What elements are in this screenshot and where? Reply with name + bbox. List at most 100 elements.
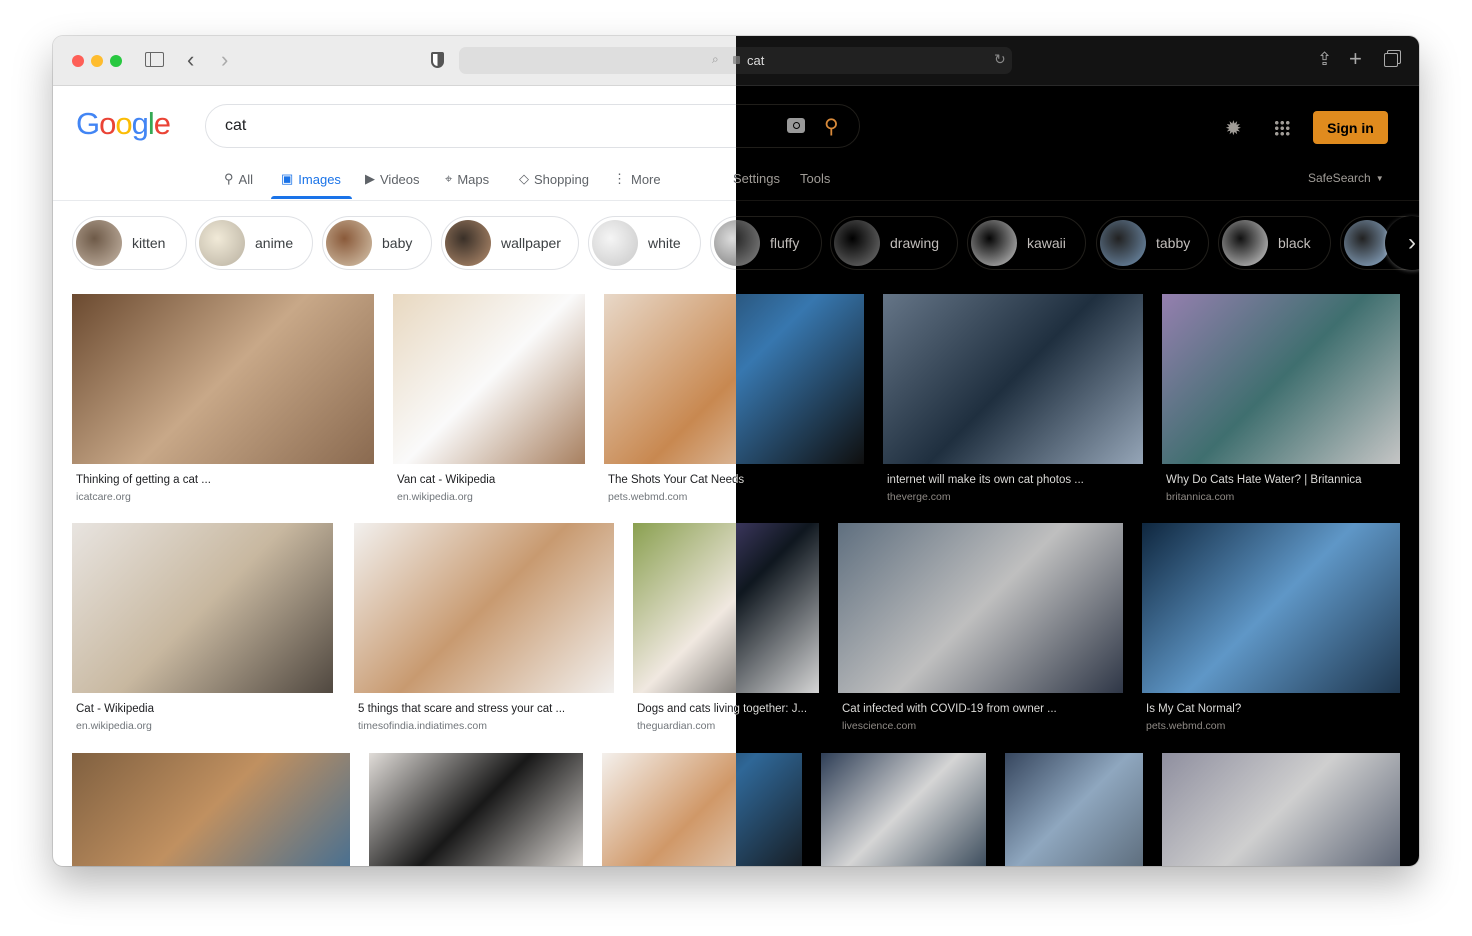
address-bar[interactable]: ⌕ cat ↻ [459, 47, 1012, 74]
result-thumbnail[interactable] [838, 523, 1123, 693]
chip-wallpaper[interactable]: wallpaper [441, 216, 579, 270]
back-icon[interactable]: ‹ [187, 49, 194, 71]
image-result[interactable] [821, 753, 986, 866]
google-logo[interactable]: Google [76, 106, 171, 142]
close-window-button[interactable] [72, 55, 84, 67]
chip-fluffy[interactable]: fluffy [710, 216, 822, 270]
result-thumbnail[interactable] [1142, 523, 1400, 693]
tab-all[interactable]: ⚲ All [224, 171, 253, 187]
tab-shopping[interactable]: ◇ Shopping [519, 171, 589, 187]
result-title[interactable]: Cat infected with COVID-19 from owner ..… [842, 703, 1057, 715]
image-result[interactable]: 5 things that scare and stress your cat … [354, 523, 614, 743]
image-result[interactable]: Van cat - Wikipedia en.wikipedia.org [393, 294, 585, 514]
chip-thumbnail [1222, 220, 1268, 266]
chip-label: kitten [132, 235, 166, 251]
image-result[interactable]: Thinking of getting a cat ... icatcare.or… [72, 294, 374, 514]
image-result[interactable] [1005, 753, 1143, 866]
zoom-window-button[interactable] [110, 55, 122, 67]
tab-maps[interactable]: ⌖ Maps [445, 171, 489, 187]
search-icon[interactable]: ⚲ [824, 114, 839, 139]
image-result[interactable] [1162, 753, 1400, 866]
reload-icon[interactable]: ↻ [994, 52, 1006, 66]
chip-tabby[interactable]: tabby [1096, 216, 1209, 270]
result-thumbnail[interactable] [393, 294, 585, 464]
result-source[interactable]: en.wikipedia.org [76, 720, 152, 732]
tab-label: Videos [380, 171, 420, 187]
result-source[interactable]: icatcare.org [76, 491, 131, 503]
tab-more[interactable]: ⋮ More [613, 171, 661, 187]
chip-white[interactable]: white [588, 216, 701, 270]
chip-drawing[interactable]: drawing [830, 216, 958, 270]
result-source[interactable]: timesofindia.indiatimes.com [358, 720, 487, 732]
result-thumbnail[interactable] [883, 294, 1143, 464]
result-title[interactable]: Thinking of getting a cat ... [76, 474, 211, 486]
search-icon: ⌕ [712, 52, 719, 66]
result-thumbnail[interactable] [1162, 753, 1400, 866]
image-result[interactable]: Cat - Wikipedia en.wikipedia.org [72, 523, 333, 743]
result-thumbnail[interactable] [72, 523, 333, 693]
result-thumbnail[interactable] [604, 294, 864, 464]
sign-in-button[interactable]: Sign in [1313, 111, 1388, 144]
image-result[interactable]: Why Do Cats Hate Water? | Britannica brit… [1162, 294, 1400, 514]
image-result[interactable] [602, 753, 802, 866]
result-thumbnail[interactable] [72, 753, 350, 866]
result-thumbnail[interactable] [633, 523, 819, 693]
result-title[interactable]: The Shots Your Cat Needs [608, 474, 744, 486]
result-source[interactable]: theverge.com [887, 491, 951, 503]
chip-anime[interactable]: anime [195, 216, 313, 270]
tabs-icon[interactable] [1384, 53, 1398, 67]
search-input[interactable]: cat [225, 117, 246, 135]
result-thumbnail[interactable] [821, 753, 986, 866]
result-source[interactable]: britannica.com [1166, 491, 1234, 503]
result-title[interactable]: Cat - Wikipedia [76, 703, 154, 715]
result-title[interactable]: Dogs and cats living together: J... [637, 703, 807, 715]
apps-grid-icon[interactable] [1274, 120, 1290, 136]
result-title[interactable]: internet will make its own cat photos ..… [887, 474, 1084, 486]
result-source[interactable]: theguardian.com [637, 720, 715, 732]
share-icon[interactable]: ⇪ [1317, 50, 1332, 68]
image-result[interactable]: internet will make its own cat photos ..… [883, 294, 1143, 514]
tab-images[interactable]: ▣ Images [281, 171, 341, 187]
shield-icon[interactable] [431, 52, 444, 68]
chip-label: kawaii [1027, 235, 1066, 251]
result-title[interactable]: Is My Cat Normal? [1146, 703, 1241, 715]
result-source[interactable]: pets.webmd.com [608, 491, 687, 503]
image-result[interactable] [72, 753, 350, 866]
tab-videos[interactable]: ▶ Videos [365, 171, 420, 187]
result-source[interactable]: livescience.com [842, 720, 916, 732]
minimize-window-button[interactable] [91, 55, 103, 67]
image-result[interactable]: The Shots Your Cat Needs pets.webmd.com [604, 294, 864, 514]
result-title[interactable]: Van cat - Wikipedia [397, 474, 495, 486]
image-result[interactable]: Cat infected with COVID-19 from owner ..… [838, 523, 1123, 743]
result-thumbnail[interactable] [354, 523, 614, 693]
result-source[interactable]: pets.webmd.com [1146, 720, 1225, 732]
result-thumbnail[interactable] [369, 753, 583, 866]
image-result[interactable]: Dogs and cats living together: J... thegu… [633, 523, 819, 743]
result-title[interactable]: 5 things that scare and stress your cat … [358, 703, 565, 715]
result-thumbnail[interactable] [72, 294, 374, 464]
result-title[interactable]: Why Do Cats Hate Water? | Britannica [1166, 474, 1362, 486]
search-box[interactable]: cat ⚲ [205, 104, 860, 148]
sidebar-icon[interactable] [145, 52, 164, 67]
chip-black[interactable]: black [1218, 216, 1331, 270]
image-result[interactable] [369, 753, 583, 866]
safesearch-dropdown[interactable]: SafeSearch ▼ [1308, 171, 1384, 185]
chip-label: white [648, 235, 681, 251]
chip-thumbnail [714, 220, 760, 266]
chip-baby[interactable]: baby [322, 216, 432, 270]
chip-kitten[interactable]: kitten [72, 216, 187, 270]
theme-toggle-icon[interactable]: ✹ [1225, 116, 1242, 141]
forward-icon[interactable]: › [221, 49, 228, 71]
chip-kawaii[interactable]: kawaii [967, 216, 1086, 270]
tools-link[interactable]: Tools [800, 171, 830, 186]
chip-thumbnail [445, 220, 491, 266]
new-tab-icon[interactable]: + [1349, 48, 1362, 70]
settings-link[interactable]: Settings [733, 171, 780, 186]
camera-icon[interactable] [787, 118, 805, 133]
header-divider [53, 200, 1419, 201]
image-result[interactable]: Is My Cat Normal? pets.webmd.com [1142, 523, 1400, 743]
result-thumbnail[interactable] [1162, 294, 1400, 464]
result-source[interactable]: en.wikipedia.org [397, 491, 473, 503]
result-thumbnail[interactable] [1005, 753, 1143, 866]
result-thumbnail[interactable] [602, 753, 802, 866]
